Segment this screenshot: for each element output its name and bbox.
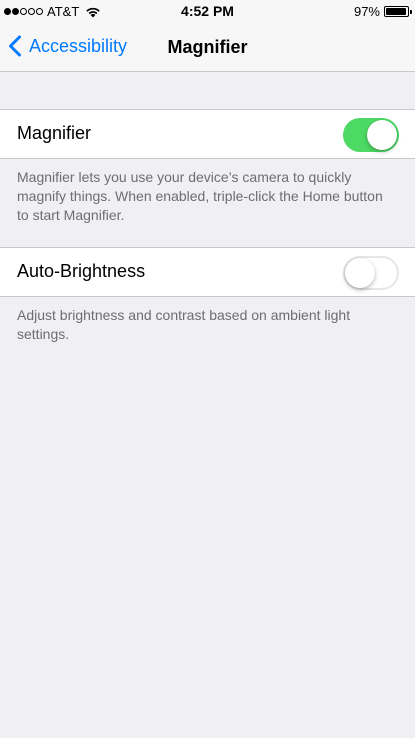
magnifier-footer: Magnifier lets you use your device’s cam… [17, 169, 383, 223]
back-button[interactable]: Accessibility [8, 35, 127, 57]
battery-fill [386, 8, 407, 15]
magnifier-cell: Magnifier [0, 109, 415, 159]
battery-icon [384, 6, 412, 17]
auto-brightness-cell: Auto-Brightness [0, 247, 415, 297]
magnifier-label: Magnifier [17, 123, 92, 143]
back-label: Accessibility [29, 35, 128, 56]
chevron-left-icon [9, 35, 21, 57]
battery-percent: 97% [353, 4, 380, 19]
auto-brightness-toggle[interactable] [343, 256, 399, 290]
clock: 4:52 PM [181, 3, 234, 19]
auto-brightness-label: Auto-Brightness [17, 261, 146, 281]
status-right: 97% [353, 4, 412, 19]
navigation-bar: Accessibility Magnifier [0, 24, 415, 72]
magnifier-toggle[interactable] [343, 118, 399, 152]
auto-brightness-footer: Adjust brightness and contrast based on … [17, 307, 351, 342]
toggle-knob [345, 258, 375, 288]
status-bar: AT&T 4:52 PM 97% [0, 0, 415, 24]
toggle-knob [367, 120, 397, 150]
